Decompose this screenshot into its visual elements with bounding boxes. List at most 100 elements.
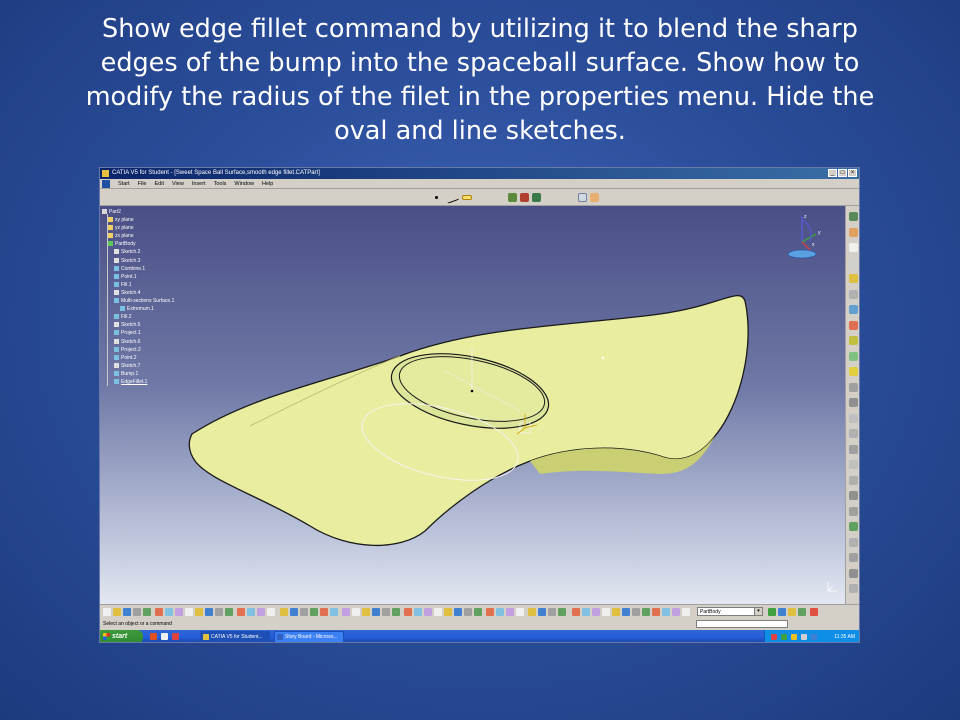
right-tool-icon[interactable] xyxy=(849,367,858,376)
bottom-tool-icon[interactable] xyxy=(602,608,610,616)
window-titlebar[interactable]: CATIA V5 for Student - [Sweet Space Ball… xyxy=(100,168,859,179)
bottom-tool-icon[interactable] xyxy=(195,608,203,616)
bottom-tool-icon[interactable] xyxy=(464,608,472,616)
bottom-tool-icon[interactable] xyxy=(280,608,288,616)
bottom-tool-icon[interactable] xyxy=(622,608,630,616)
quicklaunch-media-icon[interactable] xyxy=(150,633,157,640)
bottom-tool-icon[interactable] xyxy=(352,608,360,616)
workbench-tool-icon[interactable] xyxy=(778,608,786,616)
bottom-tool-icon[interactable] xyxy=(424,608,432,616)
tree-item[interactable]: Point.2 xyxy=(102,354,174,362)
bottom-tool-icon[interactable] xyxy=(320,608,328,616)
tree-item[interactable]: zx plane xyxy=(102,232,174,240)
menu-edit[interactable]: Edit xyxy=(155,179,164,188)
tree-item[interactable]: yz plane xyxy=(102,224,174,232)
right-tool-icon[interactable] xyxy=(849,491,858,500)
bottom-tool-icon[interactable] xyxy=(237,608,245,616)
tree-item[interactable]: Project.2 xyxy=(102,346,174,354)
bottom-tool-icon[interactable] xyxy=(382,608,390,616)
menu-window[interactable]: Window xyxy=(234,179,254,188)
bottom-tool-icon[interactable] xyxy=(113,608,121,616)
tree-item[interactable]: Multi-sections Surface.1 xyxy=(102,297,174,305)
bottom-tool-icon[interactable] xyxy=(215,608,223,616)
bottom-tool-icon[interactable] xyxy=(155,608,163,616)
right-tool-icon[interactable] xyxy=(849,351,858,361)
tree-item[interactable]: Part2 xyxy=(102,208,174,216)
close-button[interactable]: × xyxy=(848,169,857,177)
right-tool-icon[interactable] xyxy=(849,227,858,237)
bottom-tool-icon[interactable] xyxy=(582,608,590,616)
tree-item[interactable]: Extremum.1 xyxy=(102,305,174,313)
line-icon[interactable] xyxy=(444,191,460,204)
point-icon[interactable] xyxy=(435,196,438,199)
bottom-tool-icon[interactable] xyxy=(330,608,338,616)
tray-volume-icon[interactable] xyxy=(791,634,797,640)
tray-network-icon[interactable] xyxy=(781,634,787,640)
bottom-tool-icon[interactable] xyxy=(165,608,173,616)
bottom-tool-icon[interactable] xyxy=(123,608,131,616)
bottom-tool-icon[interactable] xyxy=(103,608,111,616)
menu-file[interactable]: File xyxy=(138,179,147,188)
workbench-tool-icon[interactable] xyxy=(810,608,818,616)
split-icon[interactable] xyxy=(590,193,599,202)
bottom-tool-icon[interactable] xyxy=(392,608,400,616)
task-catia[interactable]: CATIA V5 for Student... xyxy=(200,631,270,642)
tree-item[interactable]: Sketch.4 xyxy=(102,289,174,297)
tree-item[interactable]: Fill.2 xyxy=(102,313,174,321)
right-tool-icon[interactable] xyxy=(849,258,858,268)
workbench-tool-icon[interactable] xyxy=(788,608,796,616)
right-tool-icon[interactable] xyxy=(849,475,858,485)
bottom-tool-icon[interactable] xyxy=(444,608,452,616)
right-tool-icon[interactable] xyxy=(849,289,858,299)
sweep-icon[interactable] xyxy=(532,193,541,202)
tree-item[interactable]: PartBody xyxy=(102,240,174,248)
menu-view[interactable]: View xyxy=(172,179,184,188)
right-tool-icon[interactable] xyxy=(849,305,858,314)
tree-item[interactable]: EdgeFillet.1 xyxy=(102,378,174,386)
bottom-tool-icon[interactable] xyxy=(592,608,600,616)
tree-item[interactable]: Fill.1 xyxy=(102,281,174,289)
menu-help[interactable]: Help xyxy=(262,179,273,188)
revolve-icon[interactable] xyxy=(520,193,529,202)
bottom-tool-icon[interactable] xyxy=(143,608,151,616)
right-tool-icon[interactable] xyxy=(849,274,858,283)
bottom-tool-icon[interactable] xyxy=(205,608,213,616)
bottom-tool-icon[interactable] xyxy=(434,608,442,616)
tree-item[interactable]: Sketch.6 xyxy=(102,338,174,346)
bottom-tool-icon[interactable] xyxy=(642,608,650,616)
bottom-tool-icon[interactable] xyxy=(247,608,255,616)
chevron-down-icon[interactable]: ▾ xyxy=(754,608,762,615)
bottom-tool-icon[interactable] xyxy=(516,608,524,616)
bottom-tool-icon[interactable] xyxy=(672,608,680,616)
right-tool-icon[interactable] xyxy=(849,568,858,578)
right-tool-icon[interactable] xyxy=(849,444,858,454)
menu-tools[interactable]: Tools xyxy=(214,179,227,188)
right-tool-icon[interactable] xyxy=(849,382,858,392)
tree-item[interactable]: Point.1 xyxy=(102,273,174,281)
bottom-tool-icon[interactable] xyxy=(175,608,183,616)
center-point[interactable] xyxy=(470,389,474,393)
tree-item[interactable]: Combine.1 xyxy=(102,265,174,273)
right-tool-icon[interactable] xyxy=(849,584,858,593)
join-icon[interactable] xyxy=(578,193,587,202)
bottom-tool-icon[interactable] xyxy=(404,608,412,616)
right-tool-icon[interactable] xyxy=(849,537,858,547)
bottom-tool-icon[interactable] xyxy=(300,608,308,616)
bottom-tool-icon[interactable] xyxy=(682,608,690,616)
extrude-icon[interactable] xyxy=(508,193,517,202)
bottom-tool-icon[interactable] xyxy=(506,608,514,616)
bottom-tool-icon[interactable] xyxy=(652,608,660,616)
bottom-tool-icon[interactable] xyxy=(496,608,504,616)
bottom-tool-icon[interactable] xyxy=(185,608,193,616)
tree-item[interactable]: Sketch.5 xyxy=(102,321,174,329)
bottom-tool-icon[interactable] xyxy=(662,608,670,616)
bottom-tool-icon[interactable] xyxy=(528,608,536,616)
task-storyboard[interactable]: Story Board - Microso... xyxy=(274,631,344,642)
right-tool-icon[interactable] xyxy=(849,398,858,407)
right-tool-icon[interactable] xyxy=(849,212,858,221)
plane-icon[interactable] xyxy=(462,195,472,200)
right-tool-icon[interactable] xyxy=(849,522,858,531)
bottom-tool-icon[interactable] xyxy=(454,608,462,616)
right-tool-icon[interactable] xyxy=(849,320,858,330)
right-tool-icon[interactable] xyxy=(849,506,858,516)
